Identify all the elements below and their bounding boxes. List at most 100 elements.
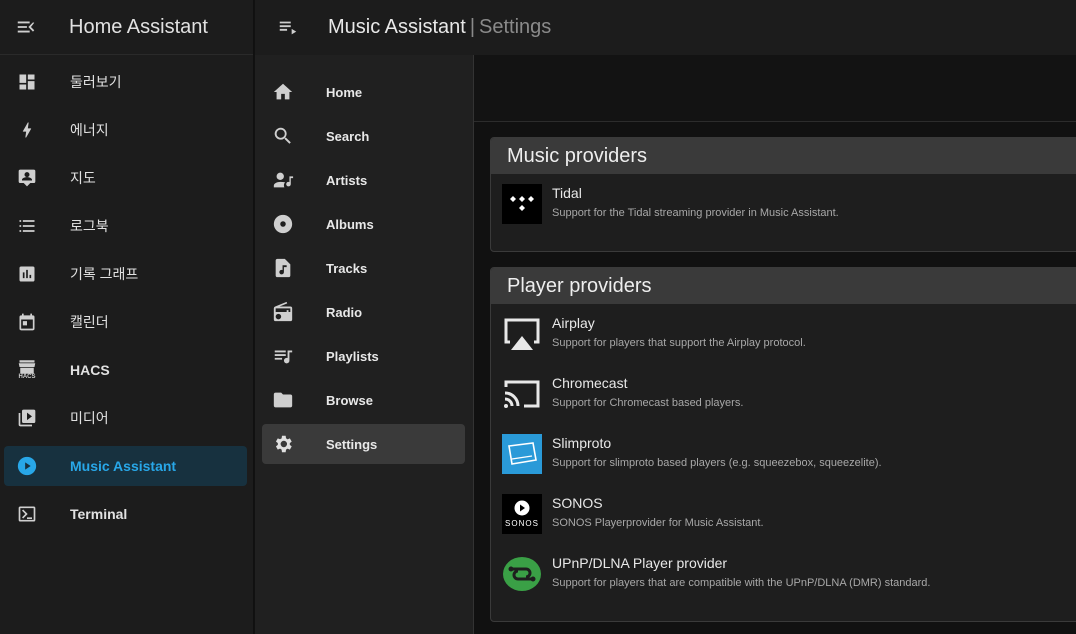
ma-nav-playlists[interactable]: Playlists (262, 336, 465, 376)
provider-description: Support for slimproto based players (e.g… (552, 457, 882, 469)
provider-item-chromecast[interactable]: Chromecast Support for Chromecast based … (491, 364, 1076, 424)
provider-item-slimproto[interactable]: Slimproto Support for slimproto based pl… (491, 424, 1076, 484)
provider-description: Support for players that support the Air… (552, 337, 806, 349)
artist-icon (271, 168, 295, 192)
sonos-logo: SONOS (502, 494, 542, 534)
provider-name: SONOS (552, 495, 603, 511)
provider-name: UPnP/DLNA Player provider (552, 555, 728, 571)
sidebar-item-hacs[interactable]: HACS HACS (4, 350, 247, 390)
ma-nav-artists[interactable]: Artists (262, 160, 465, 200)
page-subtitle: Settings (479, 16, 552, 38)
provider-item-airplay[interactable]: Airplay Support for players that support… (491, 304, 1076, 364)
provider-item-tidal[interactable]: Tidal Support for the Tidal streaming pr… (491, 174, 1076, 234)
ma-nav-radio[interactable]: Radio (262, 292, 465, 332)
play-circle-icon (16, 455, 38, 477)
sidebar-item-label: Terminal (70, 506, 128, 522)
sidebar-item-media[interactable]: 미디어 (4, 398, 247, 438)
map-person-icon (16, 167, 38, 189)
ha-nav-list: 둘러보기 에너지 지도 로그북 기록 그래프 캘린더 HACS HACS 미디어… (0, 55, 253, 534)
sidebar-item-history[interactable]: 기록 그래프 (4, 254, 247, 294)
provider-name: Airplay (552, 315, 595, 331)
terminal-icon (16, 503, 38, 525)
provider-name: Slimproto (552, 435, 612, 451)
track-icon (271, 256, 295, 280)
home-icon (271, 80, 295, 104)
sidebar-item-label: 로그북 (70, 218, 109, 234)
chromecast-logo (502, 374, 542, 414)
logbook-icon (16, 215, 38, 237)
queue-toggle-button[interactable] (255, 0, 321, 55)
ma-nav-label: Artists (326, 172, 368, 188)
provider-name: Chromecast (552, 375, 628, 391)
sidebar-item-logbook[interactable]: 로그북 (4, 206, 247, 246)
ma-nav-albums[interactable]: Albums (262, 204, 465, 244)
ma-nav-label: Playlists (326, 348, 379, 364)
provider-description: SONOS Playerprovider for Music Assistant… (552, 517, 764, 529)
ma-nav-label: Browse (326, 392, 373, 408)
page-title: Music Assistant (328, 16, 466, 38)
lightning-icon (16, 119, 38, 141)
history-chart-icon (16, 263, 38, 285)
upnp-logo (502, 554, 542, 594)
sidebar-item-label: 둘러보기 (70, 74, 122, 90)
menu-collapse-icon (17, 21, 35, 33)
sidebar-item-label: 미디어 (70, 410, 109, 426)
ma-nav-label: Tracks (326, 260, 368, 276)
sidebar-item-label: 캘린더 (70, 314, 109, 330)
sonos-logo-text: SONOS (505, 519, 539, 528)
ha-sidebar-header: Home Assistant (0, 0, 253, 55)
gear-icon (271, 432, 295, 456)
music-providers-card: Music providers Tidal Support for the Ti… (490, 137, 1076, 252)
hacs-icon-text: HACS (18, 374, 36, 380)
provider-description: Support for players that are compatible … (552, 577, 931, 589)
dashboard-icon (16, 71, 38, 93)
sidebar-item-terminal[interactable]: Terminal (4, 494, 247, 534)
ma-nav-label: Albums (326, 216, 374, 232)
ma-nav-label: Radio (326, 304, 363, 320)
sidebar-item-label: 기록 그래프 (70, 266, 139, 282)
radio-icon (271, 300, 295, 324)
playlist-icon (271, 344, 295, 368)
airplay-logo (502, 314, 542, 354)
title-separator: | (469, 16, 476, 38)
sidebar-item-label: Music Assistant (70, 458, 177, 474)
sidebar-item-energy[interactable]: 에너지 (4, 110, 247, 150)
sidebar-toggle-button[interactable] (0, 0, 52, 54)
tidal-logo (502, 184, 542, 224)
sidebar-item-label: 지도 (70, 170, 96, 186)
slimproto-logo (502, 434, 542, 474)
hacs-store-icon: HACS (16, 359, 38, 381)
folder-icon (271, 388, 295, 412)
provider-item-sonos[interactable]: SONOS SONOS SONOS Playerprovider for Mus… (491, 484, 1076, 544)
ma-nav-browse[interactable]: Browse (262, 380, 465, 420)
sidebar-item-label: 에너지 (70, 122, 109, 138)
sidebar-item-calendar[interactable]: 캘린더 (4, 302, 247, 342)
content-toolbar (474, 55, 1076, 122)
sidebar-item-map[interactable]: 지도 (4, 158, 247, 198)
ma-nav-settings[interactable]: Settings (262, 424, 465, 464)
music-assistant-nav: Home Search Artists Albums Tracks Radio … (255, 55, 474, 634)
ha-sidebar: Home Assistant 둘러보기 에너지 지도 로그북 기록 그래프 캘린… (0, 0, 254, 634)
ma-nav-label: Home (326, 84, 363, 100)
provider-item-upnp-dlna[interactable]: UPnP/DLNA Player provider Support for pl… (491, 544, 1076, 604)
ma-nav-tracks[interactable]: Tracks (262, 248, 465, 288)
player-providers-card: Player providers Airplay Support for pla… (490, 267, 1076, 622)
ma-nav-search[interactable]: Search (262, 116, 465, 156)
search-icon (271, 124, 295, 148)
playlist-play-icon (279, 21, 297, 34)
provider-description: Support for Chromecast based players. (552, 397, 744, 409)
ma-nav-list: Home Search Artists Albums Tracks Radio … (255, 55, 473, 464)
top-bar: Music Assistant | Settings (255, 0, 1076, 55)
sidebar-item-music-assistant[interactable]: Music Assistant (4, 446, 247, 486)
settings-content: Music providers Tidal Support for the Ti… (474, 55, 1076, 634)
provider-name: Tidal (552, 185, 582, 201)
sidebar-item-overview[interactable]: 둘러보기 (4, 62, 247, 102)
ma-nav-label: Settings (326, 436, 378, 452)
ma-nav-label: Search (326, 128, 370, 144)
player-providers-title: Player providers (491, 268, 1076, 304)
calendar-icon (16, 311, 38, 333)
app-title: Home Assistant (69, 15, 208, 38)
sidebar-item-label: HACS (70, 362, 110, 378)
ma-nav-home[interactable]: Home (262, 72, 465, 112)
media-icon (16, 407, 38, 429)
